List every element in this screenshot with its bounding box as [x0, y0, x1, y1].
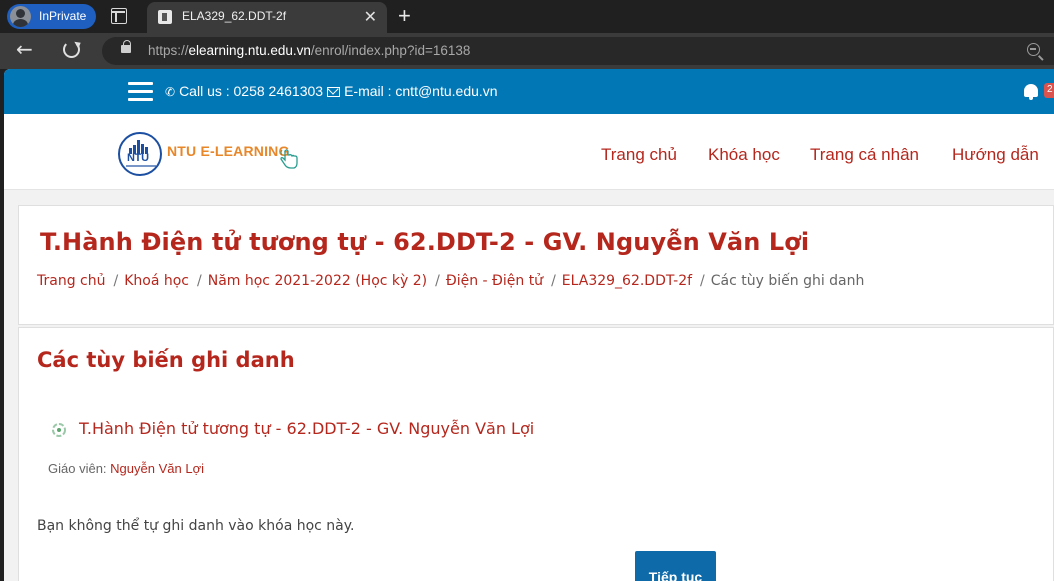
course-name-link[interactable]: T.Hành Điện tử tương tự - 62.DDT-2 - GV.…: [79, 419, 534, 438]
ntu-emblem-icon: NTU: [118, 132, 162, 176]
email-text: E-mail : cntt@ntu.edu.vn: [344, 83, 498, 99]
breadcrumb-divider: /: [113, 273, 119, 289]
page-title: T.Hành Điện tử tương tự - 62.DDT-2 - GV.…: [40, 228, 810, 256]
breadcrumb: Trang chủ / Khoá học / Năm học 2021-2022 (Họ…: [37, 273, 864, 289]
site-logo[interactable]: NTU NTU E-LEARNING: [118, 132, 308, 177]
lock-icon[interactable]: [121, 40, 131, 53]
site-favicon-icon: [158, 10, 172, 24]
hamburger-menu-icon[interactable]: [128, 82, 153, 101]
breadcrumb-divider: /: [435, 273, 440, 289]
nav-guide[interactable]: Hướng dẫn: [952, 145, 1039, 165]
url-path: /enrol/index.php?id=16138: [310, 43, 471, 58]
tab-close-icon[interactable]: ✕: [364, 7, 377, 27]
continue-button[interactable]: Tiếp tục: [635, 551, 716, 581]
url-host: elearning.ntu.edu.vn: [188, 43, 311, 58]
notification-badge: 2: [1044, 83, 1054, 98]
back-arrow-icon[interactable]: ←: [16, 37, 33, 61]
phone-text: Call us : 0258 2461303: [179, 83, 324, 99]
nav-profile[interactable]: Trang cá nhân: [810, 145, 919, 165]
url-scheme: https://: [148, 43, 189, 58]
contact-info: ✆ Call us : 0258 2461303 E-mail : cntt@ntu…: [165, 83, 498, 99]
inprivate-label: InPrivate: [39, 9, 87, 23]
breadcrumb-courses[interactable]: Khoá học: [124, 273, 189, 289]
envelope-icon: [327, 87, 341, 97]
teacher-label: Giáo viên:: [48, 461, 107, 476]
address-bar[interactable]: https://elearning.ntu.edu.vn/enrol/index…: [102, 37, 1054, 65]
breadcrumb-academic-year[interactable]: Năm học 2021-2022 (Học kỳ 2): [208, 273, 427, 289]
page-viewport: ✆ Call us : 0258 2461303 E-mail : cntt@ntu…: [4, 69, 1054, 581]
zoom-out-icon[interactable]: [1027, 43, 1040, 56]
brand-text: NTU E-LEARNING: [167, 143, 290, 159]
notification-bell-icon[interactable]: [1024, 84, 1038, 100]
page-header-card: T.Hành Điện tử tương tự - 62.DDT-2 - GV.…: [18, 205, 1054, 325]
teacher-info: Giáo viên: Nguyễn Văn Lợi: [48, 461, 204, 476]
nav-home[interactable]: Trang chủ: [601, 145, 677, 165]
profile-avatar-icon: [10, 6, 31, 27]
section-title: Các tùy biến ghi danh: [37, 348, 295, 372]
browser-tab-active[interactable]: ELA329_62.DDT-2f ✕: [147, 2, 387, 33]
breadcrumb-course[interactable]: ELA329_62.DDT-2f: [562, 273, 692, 289]
breadcrumb-current: Các tùy biến ghi danh: [710, 273, 865, 289]
breadcrumb-department[interactable]: Điện - Điện tử: [446, 273, 543, 289]
phone-icon: ✆: [165, 85, 176, 99]
url-text[interactable]: https://elearning.ntu.edu.vn/enrol/index…: [148, 43, 470, 58]
enrolment-options-card: Các tùy biến ghi danh T.Hành Điện tử tươ…: [18, 327, 1054, 581]
nav-courses[interactable]: Khóa học: [708, 145, 780, 165]
enrol-notice: Bạn không thể tự ghi danh vào khóa học n…: [37, 518, 355, 534]
tab-actions-icon[interactable]: [111, 8, 127, 24]
main-navbar: NTU NTU E-LEARNING Trang chủ Khóa học Tr…: [4, 114, 1054, 190]
breadcrumb-home[interactable]: Trang chủ: [37, 273, 105, 289]
tab-title: ELA329_62.DDT-2f: [182, 9, 287, 23]
browser-toolbar: ← https://elearning.ntu.edu.vn/enrol/ind…: [0, 33, 1054, 69]
pointing-hand-icon: [280, 149, 298, 169]
browser-tab-strip: InPrivate ELA329_62.DDT-2f ✕ +: [0, 0, 1054, 33]
teacher-name-link[interactable]: Nguyễn Văn Lợi: [110, 461, 204, 476]
top-contact-bar: ✆ Call us : 0258 2461303 E-mail : cntt@ntu…: [4, 69, 1054, 114]
emblem-text: NTU: [127, 152, 149, 164]
breadcrumb-divider: /: [700, 273, 705, 289]
breadcrumb-divider: /: [197, 273, 202, 289]
inprivate-profile-button[interactable]: InPrivate: [7, 4, 96, 29]
breadcrumb-divider: /: [551, 273, 556, 289]
course-icon: [52, 423, 66, 437]
new-tab-button[interactable]: +: [398, 3, 411, 29]
reload-icon[interactable]: [63, 41, 80, 58]
